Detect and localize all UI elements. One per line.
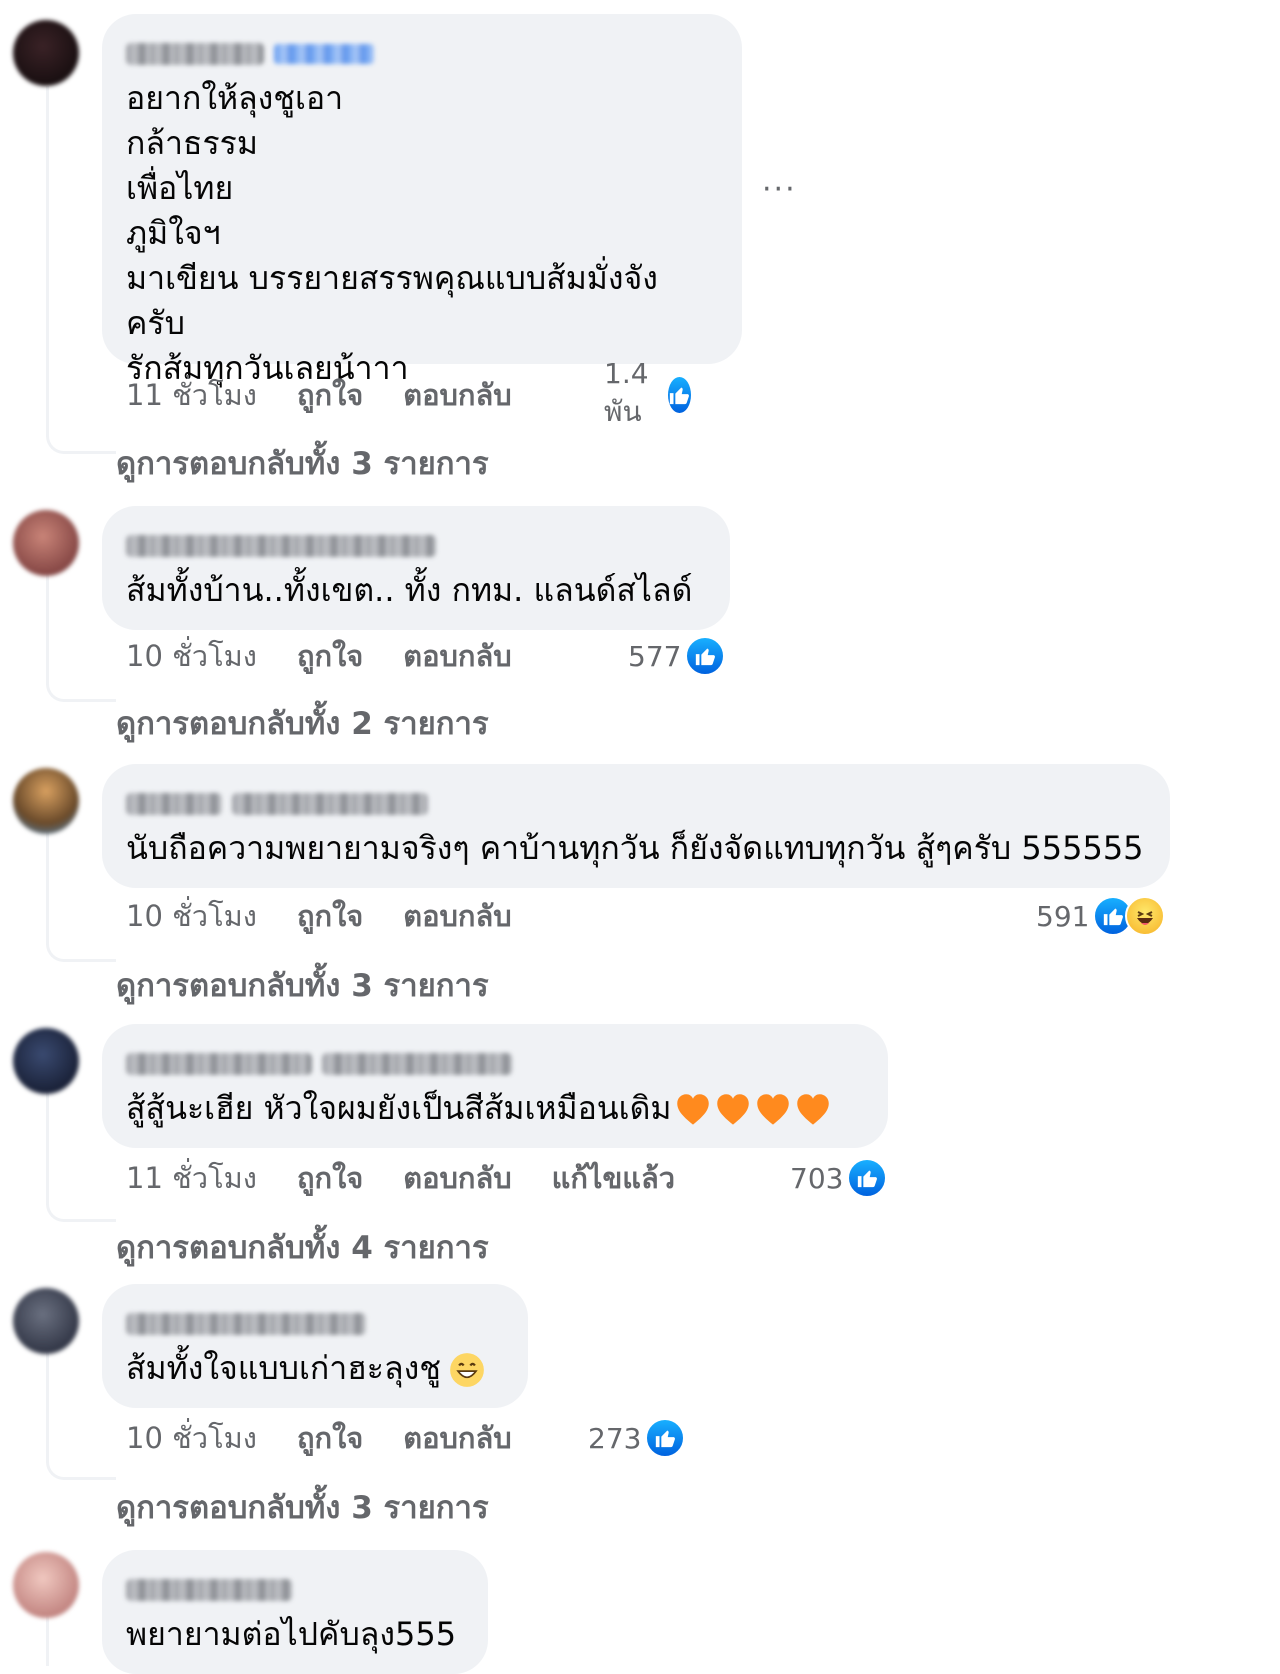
comment-time[interactable]: 10 ชั่วโมง [126,633,257,679]
like-button[interactable]: ถูกใจ [297,1415,363,1461]
author-name-redacted[interactable] [126,1574,462,1606]
reaction-summary[interactable]: 703 [790,1156,888,1200]
like-reaction-icon [645,1418,686,1458]
comment-actions: 11 ชั่วโมง ถูกใจ ตอบกลับ แก้ไขแล้ว [126,1156,715,1200]
avatar[interactable] [13,510,79,576]
reaction-count: 703 [790,1161,844,1195]
reply-button[interactable]: ตอบกลับ [403,1155,511,1201]
comment-bubble: ส้มทั้งใจแบบเก่าฮะลุงชู [102,1284,528,1408]
comment-text: สู้สู้นะเฮีย หัวใจผมยังเป็นสีส้มเหมือนเด… [126,1086,862,1131]
reaction-summary[interactable]: 577 [628,634,726,678]
author-name-redacted[interactable] [126,38,716,70]
comment-text: ส้มทั้งใจแบบเก่าฮะลุงชู [126,1346,502,1391]
avatar[interactable] [13,20,79,86]
like-reaction-icon [685,636,726,676]
comment-time[interactable]: 11 ชั่วโมง [126,372,257,418]
reaction-summary[interactable]: 273 [588,1416,686,1460]
like-reaction-icon [847,1158,888,1198]
comment-bubble: ส้มทั้งบ้าน..ทั้งเขต.. ทั้ง กทม. แลนด์สไ… [102,506,730,630]
author-name-redacted[interactable] [126,1308,502,1340]
view-replies-link[interactable]: ดูการตอบกลับทั้ง 3 รายการ [116,1482,489,1532]
thread-line [46,86,49,428]
comment-bubble: อยากให้ลุงชูเอา กล้าธรรม เพื่อไทย ภูมิใจ… [102,14,742,387]
reaction-summary[interactable]: 1.4 พัน [604,357,693,428]
reaction-summary[interactable]: 591 [1036,894,1166,938]
more-options-icon[interactable]: ··· [762,172,797,207]
reaction-count: 273 [588,1421,642,1455]
like-button[interactable]: ถูกใจ [297,893,363,939]
haha-reaction-icon [1125,896,1166,936]
comment-text: พยายามต่อไปคับลุง555 [126,1615,457,1653]
edited-label[interactable]: แก้ไขแล้ว [552,1155,675,1201]
avatar[interactable] [13,1028,79,1094]
thread-branch [46,1454,116,1480]
reaction-count: 577 [628,639,682,673]
comment-bubble: นับถือความพยายามจริงๆ คาบ้านทุกวัน ก็ยัง… [102,764,1170,888]
orange-heart-emoji [797,1094,830,1125]
comment-text: อยากให้ลุงชูเอา กล้าธรรม เพื่อไทย ภูมิใจ… [126,79,658,387]
comment-time[interactable]: 10 ชั่วโมง [126,1415,257,1461]
author-name-redacted[interactable] [126,530,704,562]
author-name-redacted[interactable] [126,1048,862,1080]
comment-time[interactable]: 11 ชั่วโมง [126,1155,257,1201]
orange-heart-emoji [757,1094,790,1125]
comment-time[interactable]: 10 ชั่วโมง [126,893,257,939]
comment-text: นับถือความพยายามจริงๆ คาบ้านทุกวัน ก็ยัง… [126,829,1144,867]
reaction-count: 1.4 พัน [604,356,649,428]
reply-button[interactable]: ตอบกลับ [403,1415,511,1461]
like-button[interactable]: ถูกใจ [297,372,363,418]
view-replies-link[interactable]: ดูการตอบกลับทั้ง 3 รายการ [116,960,489,1010]
orange-heart-emoji [677,1094,710,1125]
comment-text-content: ส้มทั้งใจแบบเก่าฮะลุงชู [126,1349,441,1387]
avatar[interactable] [13,1288,79,1354]
reply-button[interactable]: ตอบกลับ [403,633,511,679]
reaction-count: 591 [1036,899,1090,933]
comment-bubble: สู้สู้นะเฮีย หัวใจผมยังเป็นสีส้มเหมือนเด… [102,1024,888,1148]
thread-branch [46,936,116,962]
comment-actions: 11 ชั่วโมง ถูกใจ ตอบกลับ [126,373,552,417]
comment-text-content: สู้สู้นะเฮีย หัวใจผมยังเป็นสีส้มเหมือนเด… [126,1089,672,1127]
comment-text: ส้มทั้งบ้าน..ทั้งเขต.. ทั้ง กทม. แลนด์สไ… [126,571,693,609]
like-reaction-icon [665,375,693,415]
avatar[interactable] [13,768,79,834]
comment-actions: 10 ชั่วโมง ถูกใจ ตอบกลับ [126,1416,552,1460]
thread-branch [46,676,116,702]
reply-button[interactable]: ตอบกลับ [403,372,511,418]
view-replies-link[interactable]: ดูการตอบกลับทั้ง 2 รายการ [116,698,489,748]
orange-heart-emoji [717,1094,750,1125]
comment-bubble: พยายามต่อไปคับลุง555 [102,1550,488,1674]
avatar[interactable] [13,1552,79,1618]
comment-actions: 10 ชั่วโมง ถูกใจ ตอบกลับ [126,894,552,938]
thread-branch [46,428,116,454]
grinning-face-emoji [450,1353,484,1387]
view-replies-link[interactable]: ดูการตอบกลับทั้ง 3 รายการ [116,438,489,488]
like-button[interactable]: ถูกใจ [297,1155,363,1201]
like-button[interactable]: ถูกใจ [297,633,363,679]
thread-branch [46,1196,116,1222]
comment-actions: 10 ชั่วโมง ถูกใจ ตอบกลับ [126,634,552,678]
view-replies-link[interactable]: ดูการตอบกลับทั้ง 4 รายการ [116,1222,489,1272]
author-name-redacted[interactable] [126,788,1144,820]
reply-button[interactable]: ตอบกลับ [403,893,511,939]
